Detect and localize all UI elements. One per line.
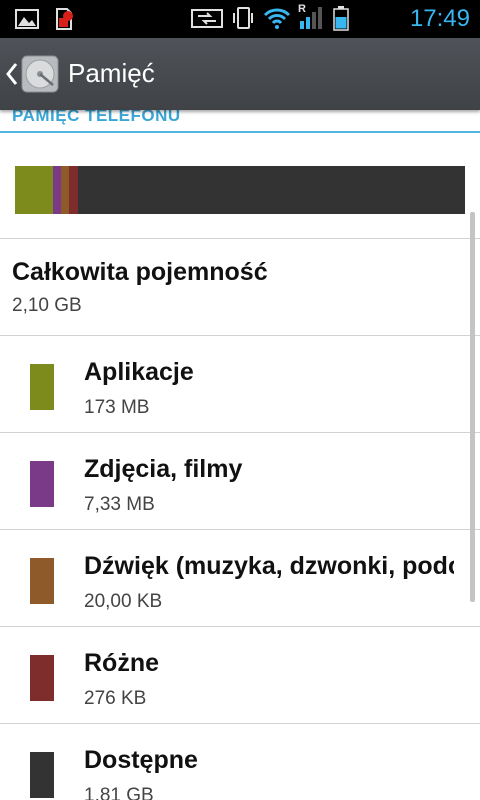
data-transfer-icon	[191, 9, 223, 28]
scrollbar[interactable]	[470, 212, 475, 602]
image-icon	[15, 9, 39, 29]
section-divider	[0, 131, 480, 133]
page-title: Pamięć	[68, 58, 155, 88]
list-item-photos-videos[interactable]: Zdjęcia, filmy 7,33 MB	[0, 433, 480, 529]
usage-segment-misc	[69, 166, 78, 214]
storage-content: PAMIĘĆ TELEFONU Całkowita pojemność 2,10…	[0, 110, 480, 800]
item-label: Aplikacje	[84, 358, 194, 386]
wifi-icon	[263, 8, 291, 29]
item-label: Różne	[84, 649, 159, 677]
item-value: 7,33 MB	[84, 494, 155, 515]
status-bar: R 17:49	[0, 0, 480, 38]
item-label: Dostępne	[84, 746, 198, 774]
list-item-misc[interactable]: Różne 276 KB	[0, 627, 480, 723]
divider	[0, 238, 480, 239]
item-value: 20,00 KB	[84, 591, 163, 612]
section-header: PAMIĘĆ TELEFONU	[12, 110, 181, 125]
item-value: 276 KB	[84, 688, 147, 709]
storage-usage-bar	[15, 166, 465, 214]
color-swatch	[30, 364, 54, 410]
battery-icon	[333, 6, 349, 31]
usage-segment-apps	[15, 166, 54, 214]
color-swatch	[30, 558, 54, 604]
usage-segment-audio	[61, 166, 70, 214]
list-item-available[interactable]: Dostępne 1,81 GB	[0, 724, 480, 800]
total-capacity-row: Całkowita pojemność 2,10 GB	[12, 258, 268, 317]
color-swatch	[30, 752, 54, 798]
signal-icon: R	[298, 3, 326, 31]
item-label: Dźwięk (muzyka, dzwonki, podcasty itp.)	[84, 552, 454, 580]
item-label: Zdjęcia, filmy	[84, 455, 243, 483]
color-swatch	[30, 461, 54, 507]
back-chevron-icon[interactable]	[4, 60, 20, 88]
storage-disk-icon[interactable]	[20, 54, 60, 94]
vibrate-icon	[233, 7, 253, 29]
sim-alert-icon	[56, 8, 73, 30]
item-value: 173 MB	[84, 397, 150, 418]
item-value: 1,81 GB	[84, 785, 154, 800]
color-swatch	[30, 655, 54, 701]
action-bar: Pamięć	[0, 38, 480, 110]
total-capacity-label: Całkowita pojemność	[12, 258, 268, 286]
usage-segment-photos	[53, 166, 62, 214]
usage-segment-available	[77, 166, 465, 214]
list-item-audio[interactable]: Dźwięk (muzyka, dzwonki, podcasty itp.) …	[0, 530, 480, 626]
total-capacity-value: 2,10 GB	[12, 295, 82, 316]
status-clock: 17:49	[409, 5, 470, 32]
list-item-apps[interactable]: Aplikacje 173 MB	[0, 336, 480, 432]
